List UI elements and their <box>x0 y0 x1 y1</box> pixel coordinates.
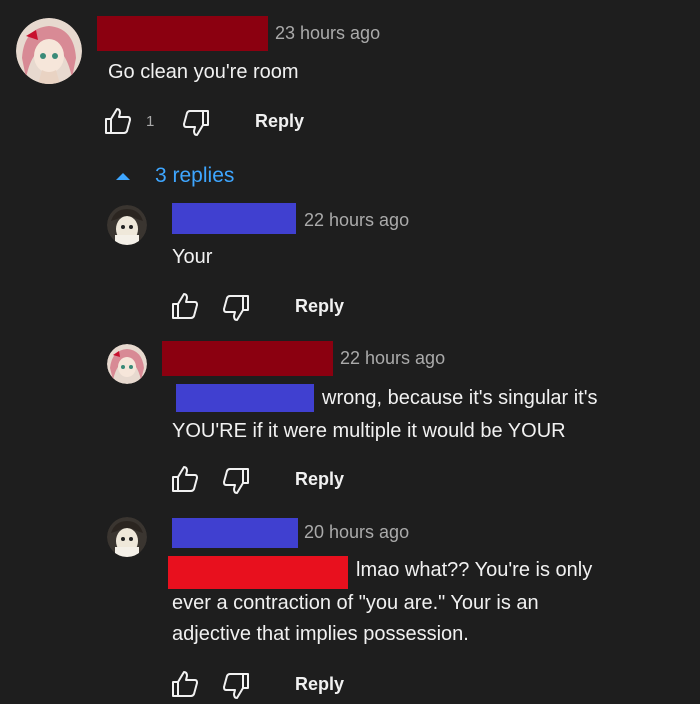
like-button[interactable] <box>103 106 133 136</box>
thumbs-up-icon <box>172 293 198 319</box>
thumbs-down-icon <box>223 295 249 321</box>
avatar[interactable] <box>16 18 82 84</box>
reply-timestamp[interactable]: 20 hours ago <box>304 521 409 543</box>
dislike-button[interactable] <box>181 108 211 138</box>
reply-button[interactable]: Reply <box>295 467 344 491</box>
thumbs-up-icon <box>172 671 198 697</box>
comment-text: Go clean you're room <box>108 61 299 83</box>
reply-button[interactable]: Reply <box>255 109 304 133</box>
replies-toggle[interactable]: 3 replies <box>116 162 234 190</box>
redacted-username <box>172 203 296 234</box>
redacted-username <box>162 341 333 376</box>
thumbs-up-icon <box>105 108 131 134</box>
redacted-mention <box>168 556 348 589</box>
like-button[interactable] <box>170 291 200 321</box>
redacted-username <box>172 518 298 548</box>
caret-up-icon <box>116 172 130 180</box>
reply-text-line: lmao what?? You're is only <box>356 559 593 581</box>
like-button[interactable] <box>170 464 200 494</box>
thumbs-down-icon <box>223 673 249 699</box>
reply-button[interactable]: Reply <box>295 672 344 696</box>
reply-text-line: ever a contraction of "you are." Your is… <box>172 592 539 614</box>
redacted-mention <box>176 384 314 412</box>
reply-timestamp[interactable]: 22 hours ago <box>340 347 445 369</box>
avatar[interactable] <box>107 344 147 384</box>
thumbs-down-icon <box>223 468 249 494</box>
like-button[interactable] <box>170 669 200 699</box>
like-count: 1 <box>146 113 155 130</box>
avatar[interactable] <box>107 517 147 557</box>
reply-text-line: Your <box>172 246 213 268</box>
reply-timestamp[interactable]: 22 hours ago <box>304 209 409 231</box>
reply-button[interactable]: Reply <box>295 294 344 318</box>
redacted-username <box>97 16 268 51</box>
reply-text-line: wrong, because it's singular it's <box>322 387 598 409</box>
avatar[interactable] <box>107 205 147 245</box>
thumbs-up-icon <box>172 466 198 492</box>
thumbs-down-icon <box>183 110 209 136</box>
replies-count-label: 3 replies <box>155 164 235 187</box>
dislike-button[interactable] <box>221 671 251 701</box>
reply-text-line: adjective that implies possession. <box>172 623 469 645</box>
reply-text-line: YOU'RE if it were multiple it would be Y… <box>172 420 566 442</box>
comment-timestamp[interactable]: 23 hours ago <box>275 22 380 44</box>
dislike-button[interactable] <box>221 466 251 496</box>
dislike-button[interactable] <box>221 293 251 323</box>
